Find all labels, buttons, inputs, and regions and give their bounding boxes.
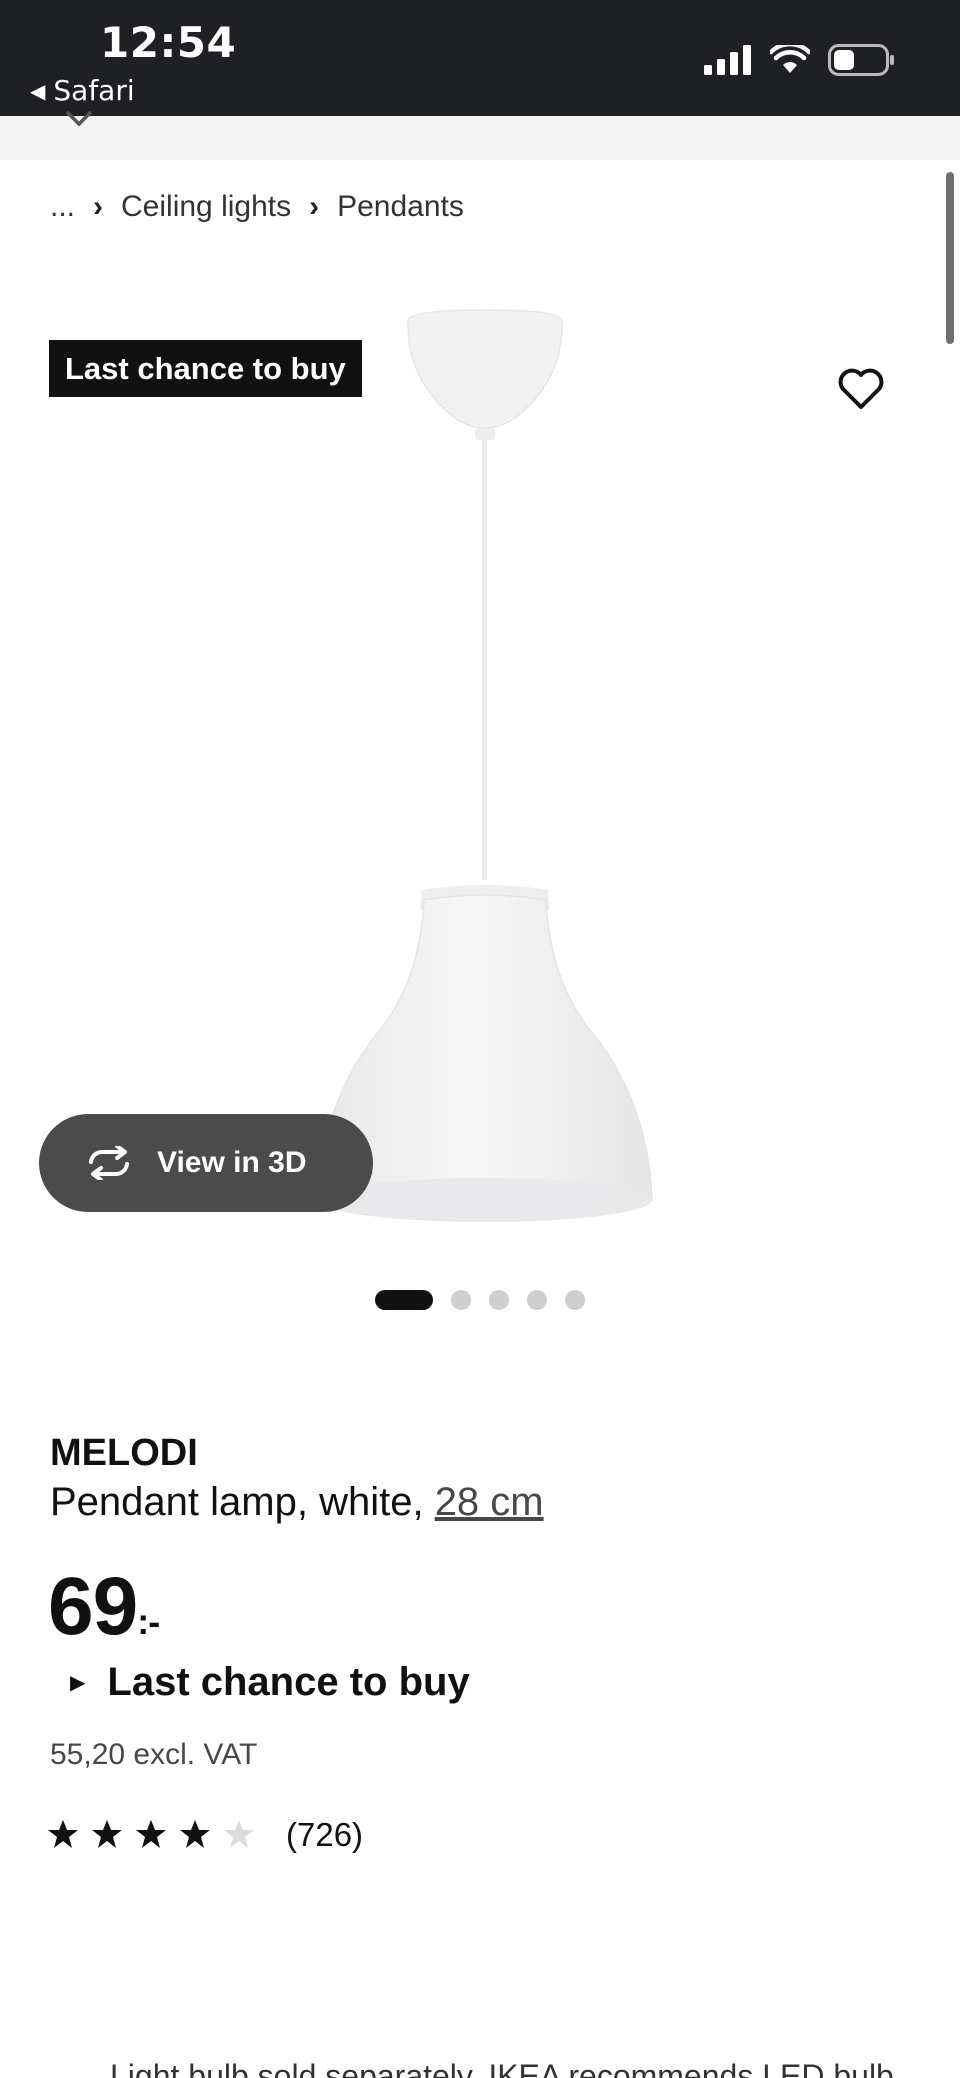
back-triangle-icon: ◀ <box>30 78 46 103</box>
carousel-dot-1[interactable] <box>375 1290 433 1310</box>
breadcrumb-item-ceiling-lights[interactable]: Ceiling lights <box>121 190 291 224</box>
availability-toggle[interactable]: ▶ Last chance to buy <box>70 1660 470 1705</box>
chevron-right-icon: › <box>93 190 104 223</box>
carousel-dot-3[interactable] <box>489 1290 509 1310</box>
last-chance-badge: Last chance to buy <box>49 340 362 397</box>
back-label: Safari <box>53 74 135 107</box>
breadcrumb-item-pendants[interactable]: Pendants <box>337 190 464 224</box>
price-main: 69 <box>48 1561 138 1652</box>
carousel-dots <box>0 1290 960 1310</box>
rating-count: (726) <box>286 1816 364 1853</box>
battery-icon <box>828 44 894 76</box>
breadcrumb: ... › Ceiling lights › Pendants <box>50 190 464 224</box>
price-excl-vat: 55,20 excl. VAT <box>50 1738 258 1771</box>
signal-icon <box>704 45 751 75</box>
rating[interactable]: (726) <box>48 1816 363 1854</box>
status-bar: 12:54 ◀ Safari <box>0 0 960 116</box>
light-bulb-note: Light bulb sold separately. IKEA recomme… <box>110 2058 894 2078</box>
carousel-dot-5[interactable] <box>565 1290 585 1310</box>
product-price: 69:- <box>48 1560 160 1654</box>
star-rating-icon <box>48 1820 254 1848</box>
caret-right-icon: ▶ <box>70 1672 86 1694</box>
rotate-3d-icon <box>89 1146 129 1180</box>
product-image <box>317 309 653 1222</box>
product-description-text: Pendant lamp, white, <box>50 1480 424 1524</box>
size-link[interactable]: 28 cm <box>435 1480 544 1524</box>
back-to-safari-button[interactable]: ◀ Safari <box>30 74 135 107</box>
availability-label: Last chance to buy <box>107 1660 470 1704</box>
carousel-dot-2[interactable] <box>451 1290 471 1310</box>
favourite-heart-icon[interactable] <box>836 364 886 414</box>
product-description: Pendant lamp, white, 28 cm <box>50 1480 544 1525</box>
product-name: MELODI <box>50 1432 198 1474</box>
header-strip <box>0 116 960 160</box>
price-suffix: :- <box>137 1601 160 1642</box>
wifi-icon <box>770 45 810 73</box>
status-time: 12:54 <box>100 18 237 67</box>
view-in-3d-button[interactable]: View in 3D <box>39 1114 373 1212</box>
carousel-dot-4[interactable] <box>527 1290 547 1310</box>
chevron-down-icon[interactable] <box>64 108 94 130</box>
breadcrumb-ellipsis[interactable]: ... <box>50 190 75 224</box>
view-in-3d-label: View in 3D <box>157 1146 307 1179</box>
chevron-right-icon: › <box>309 190 320 223</box>
status-icons <box>704 44 896 76</box>
